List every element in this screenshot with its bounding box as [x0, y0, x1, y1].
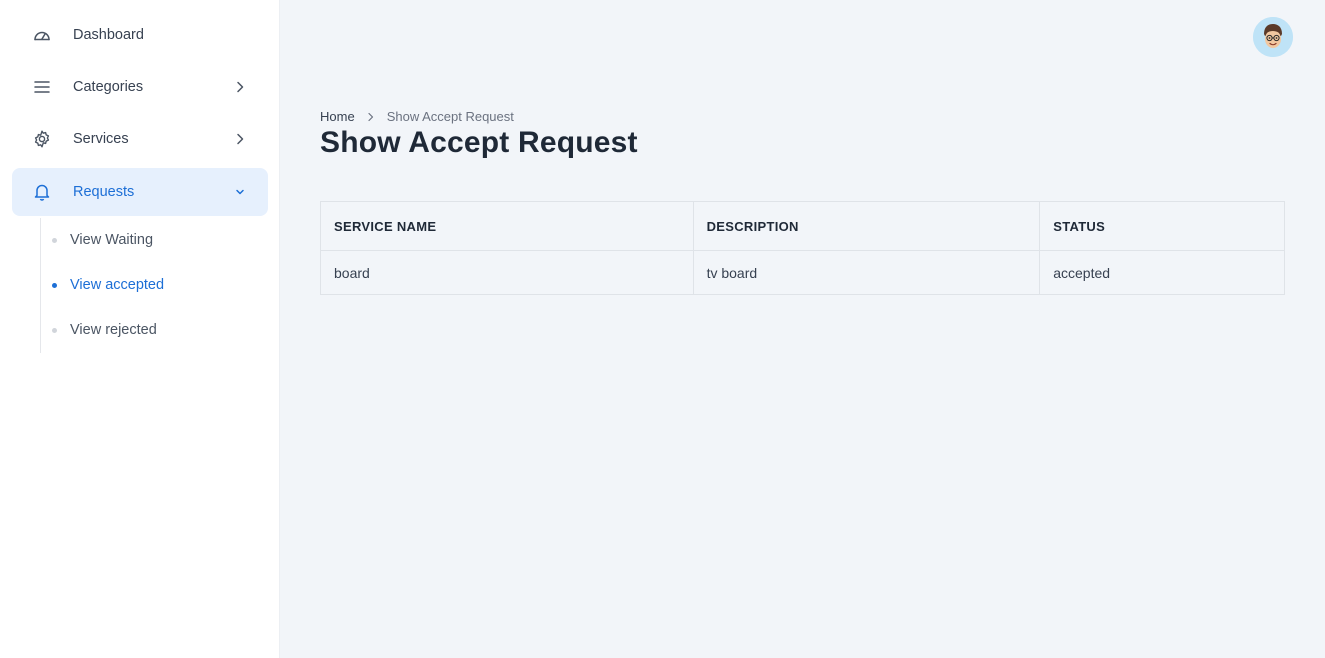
table-row: board tv board accepted — [320, 250, 1285, 295]
bullet-dot-icon — [52, 237, 57, 243]
cell-description: tv board — [692, 250, 1041, 295]
submenu-item-view-waiting[interactable]: View Waiting — [52, 225, 153, 255]
sidebar-item-label: Categories — [73, 79, 144, 95]
chevron-down-icon — [232, 184, 248, 200]
submenu-divider — [40, 218, 41, 353]
column-header-description: DESCRIPTION — [692, 201, 1041, 251]
breadcrumb-current: Show Accept Request — [386, 109, 514, 124]
submenu-item-view-accepted[interactable]: View accepted — [52, 270, 164, 300]
requests-table: SERVICE NAME DESCRIPTION STATUS board tv… — [320, 201, 1285, 295]
sidebar-item-label: Requests — [73, 184, 135, 200]
gear-icon — [32, 129, 52, 149]
sidebar-item-services[interactable]: Services — [12, 115, 268, 163]
submenu-item-view-rejected[interactable]: View rejected — [52, 315, 157, 345]
sidebar: Dashboard Categories Services Requests V… — [0, 0, 280, 658]
list-icon — [32, 77, 52, 97]
sidebar-item-dashboard[interactable]: Dashboard — [12, 11, 268, 59]
submenu-item-label: View Waiting — [70, 232, 154, 248]
chevron-right-icon — [232, 131, 248, 147]
bell-icon — [32, 182, 52, 202]
submenu-item-label: View accepted — [70, 277, 165, 293]
sidebar-item-requests[interactable]: Requests — [12, 168, 268, 216]
breadcrumb-home-link[interactable]: Home — [320, 109, 355, 124]
bullet-dot-icon — [52, 327, 57, 333]
user-avatar-icon[interactable] — [1253, 17, 1293, 57]
column-header-status: STATUS — [1039, 201, 1285, 251]
sidebar-item-label: Dashboard — [73, 27, 144, 43]
chevron-right-icon — [232, 79, 248, 95]
submenu-item-label: View rejected — [70, 322, 157, 338]
cell-status: accepted — [1039, 250, 1285, 295]
sidebar-item-label: Services — [73, 131, 129, 147]
page-title: Show Accept Request — [320, 126, 638, 159]
breadcrumb: Home Show Accept Request — [320, 109, 514, 124]
column-header-service-name: SERVICE NAME — [320, 201, 694, 251]
cell-service-name: board — [320, 250, 694, 295]
sidebar-item-categories[interactable]: Categories — [12, 63, 268, 111]
chevron-right-icon — [367, 112, 375, 122]
bullet-dot-icon — [52, 282, 57, 288]
table-header-row: SERVICE NAME DESCRIPTION STATUS — [320, 201, 1285, 251]
dashboard-gauge-icon — [32, 25, 52, 45]
